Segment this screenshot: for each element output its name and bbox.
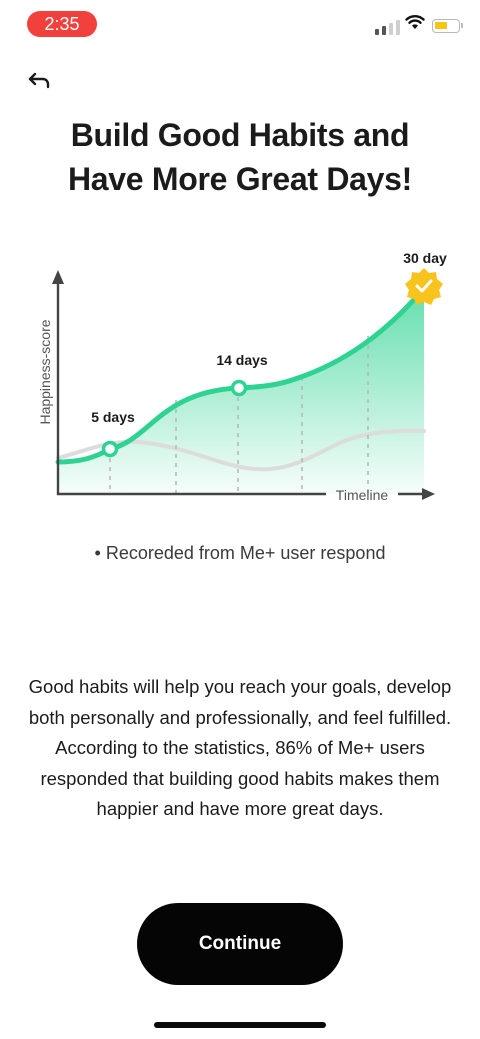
- back-arrow-icon[interactable]: [26, 66, 54, 94]
- y-axis-arrow-icon: [52, 270, 64, 284]
- page-title: Build Good Habits and Have More Great Da…: [20, 113, 460, 201]
- marker-label-5-days: 5 days: [91, 409, 135, 425]
- happiness-chart: Timeline Happiness-score 5 days 14 days …: [37, 250, 447, 503]
- title-line-2: Have More Great Days!: [67, 161, 413, 197]
- y-axis-label: Happiness-score: [37, 319, 53, 424]
- description-text: Good habits will help you reach your goa…: [28, 676, 452, 819]
- home-indicator: [154, 1022, 326, 1028]
- x-axis-label: Timeline: [336, 487, 389, 503]
- marker-14-days: [230, 379, 248, 397]
- status-time: 2:35: [27, 11, 97, 37]
- battery-icon: [432, 19, 463, 33]
- cellular-signal-icon: [375, 13, 400, 35]
- title-line-1: Build Good Habits and: [70, 117, 410, 153]
- wifi-icon: [405, 15, 425, 29]
- marker-label-14-days: 14 days: [216, 352, 268, 368]
- x-axis-arrow-icon: [422, 488, 435, 500]
- marker-label-30-day: 30 day: [403, 250, 447, 266]
- continue-button[interactable]: Continue: [137, 903, 343, 985]
- chart-note: • Recoreded from Me+ user respond: [94, 543, 386, 563]
- marker-5-days: [101, 440, 119, 458]
- status-bar: 2:35: [0, 0, 480, 48]
